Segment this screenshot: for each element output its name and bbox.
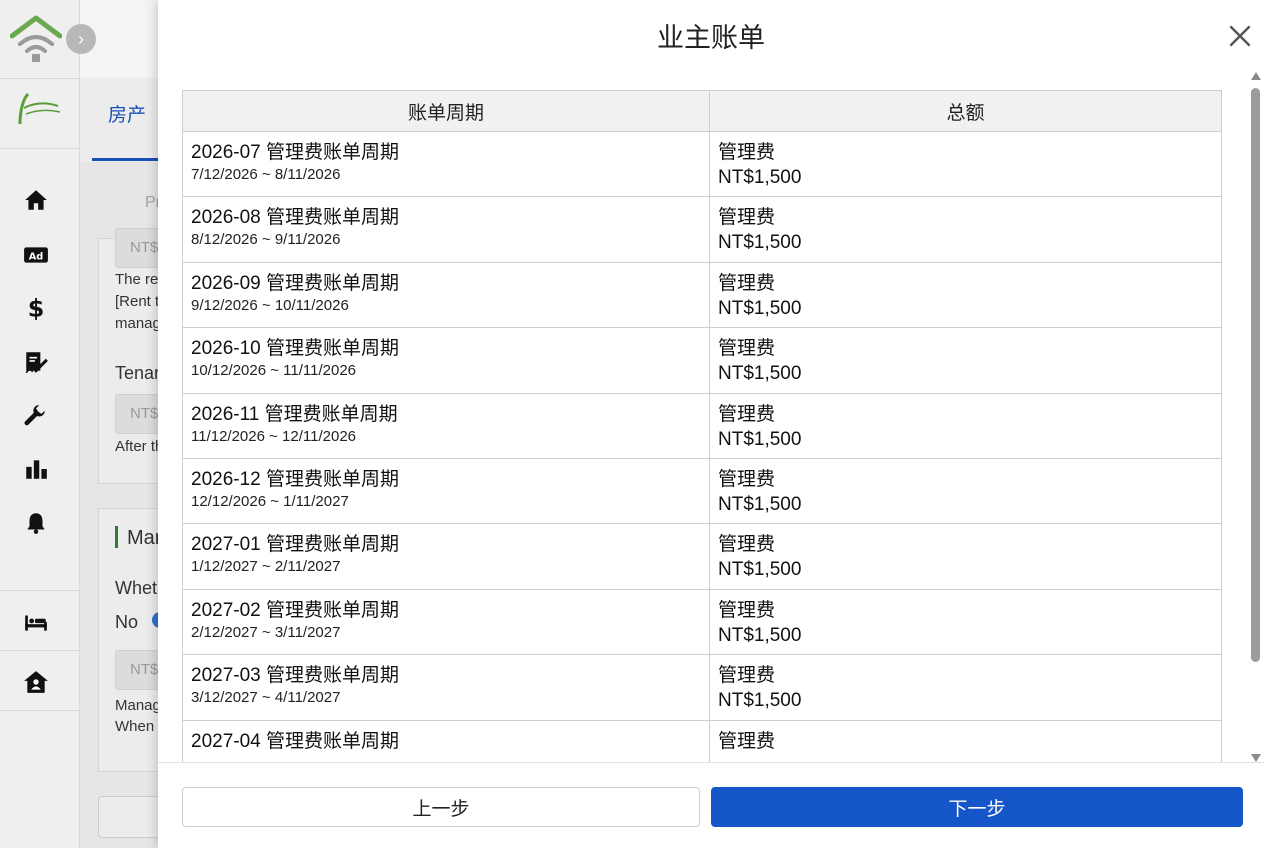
svg-text:Ad: Ad: [29, 251, 44, 262]
svg-text:$: $: [28, 295, 45, 321]
table-row: 2027-01 管理费账单周期 1/12/2027 ~ 2/11/2027 管理费…: [182, 523, 1222, 590]
table-row: 2027-02 管理费账单周期 2/12/2027 ~ 3/11/2027 管理费…: [182, 588, 1222, 656]
table-header-row: 账单周期 总额: [182, 90, 1222, 132]
bell-icon[interactable]: [20, 507, 52, 539]
close-icon[interactable]: [1226, 22, 1254, 50]
fee-name: 管理费: [718, 665, 776, 687]
sidebar-divider: [0, 590, 80, 591]
fee-amount: NT$1,500: [718, 167, 802, 188]
background-text: After th: [115, 438, 164, 455]
fee-amount: NT$1,500: [718, 559, 802, 581]
table-row: 2026-08 管理费账单周期 8/12/2026 ~ 9/11/2026 管理费…: [182, 196, 1222, 263]
fee-name: 管理费: [718, 403, 776, 425]
fee-name: 管理费: [718, 730, 776, 752]
dollar-icon[interactable]: $: [20, 292, 52, 324]
fee-amount: NT$1,500: [718, 232, 802, 254]
scrollbar-thumb[interactable]: [1251, 88, 1260, 662]
period-range: 7/12/2026 ~ 8/11/2026: [191, 166, 341, 183]
scroll-down-arrow-icon[interactable]: [1251, 754, 1261, 762]
scroll-up-arrow-icon[interactable]: [1251, 72, 1261, 80]
sidebar-divider: [0, 78, 80, 79]
fee-name: 管理费: [718, 338, 776, 360]
column-header-period: 账单周期: [182, 90, 710, 132]
table-row: 2026-12 管理费账单周期 12/12/2026 ~ 1/11/2027 管理…: [182, 457, 1222, 525]
sidebar: › Ad $: [0, 0, 96, 848]
background-text: When: [115, 718, 155, 735]
period-title: 2026-11 管理费账单周期: [191, 403, 398, 425]
fee-name: 管理费: [718, 534, 776, 556]
period-title: 2026-10 管理费账单周期: [191, 338, 400, 360]
period-title: 2026-12 管理费账单周期: [191, 468, 400, 490]
table-row: 2026-07 管理费账单周期 7/12/2026 ~ 8/11/2026 管理费…: [182, 130, 1222, 198]
table-row: 2026-10 管理费账单周期 10/12/2026 ~ 11/11/2026 管…: [182, 327, 1222, 394]
owner-bill-modal: 业主账单 账单周期 总额 2026-07 管理费账单周期 7/12/2026 ~ …: [158, 0, 1264, 848]
section-accent-bar: [115, 526, 118, 548]
background-text: [Rent t: [115, 293, 160, 310]
fee-amount: NT$1,500: [718, 363, 802, 385]
period-title: 2027-01 管理费账单周期: [191, 534, 400, 556]
period-range: 3/12/2027 ~ 4/11/2027: [191, 689, 341, 707]
table-row: 2026-11 管理费账单周期 11/12/2026 ~ 12/11/2026 管…: [182, 392, 1222, 459]
period-title: 2027-03 管理费账单周期: [191, 665, 400, 687]
fee-name: 管理费: [718, 468, 776, 490]
period-range: 1/12/2027 ~ 2/11/2027: [191, 558, 341, 576]
ad-icon[interactable]: Ad: [20, 239, 52, 271]
column-header-total: 总额: [709, 90, 1222, 132]
fee-amount: NT$1,500: [718, 428, 802, 450]
fee-name: 管理费: [718, 599, 776, 621]
period-range: 12/12/2026 ~ 1/11/2027: [191, 492, 349, 510]
sidebar-divider: [0, 650, 80, 651]
bed-icon[interactable]: [20, 606, 52, 638]
fee-name: 管理费: [718, 272, 776, 294]
period-range: 11/12/2026 ~ 12/11/2026: [191, 427, 357, 445]
home-icon[interactable]: [20, 184, 52, 216]
background-text: Manag: [115, 697, 161, 714]
fee-amount: NT$1,500: [718, 624, 802, 646]
sidebar-expand-button[interactable]: ›: [66, 24, 96, 54]
modal-title: 业主账单: [657, 23, 765, 54]
period-title: 2027-02 管理费账单周期: [191, 599, 400, 621]
previous-step-button[interactable]: 上一步: [182, 787, 700, 827]
period-range: 10/12/2026 ~ 11/11/2026: [191, 362, 357, 380]
period-range: 2/12/2027 ~ 3/11/2027: [191, 623, 341, 641]
table-row: 2027-04 管理费账单周期 管理费: [182, 719, 1222, 762]
fee-name: 管理费: [718, 142, 776, 163]
fee-amount: NT$1,500: [718, 297, 802, 319]
tab-property[interactable]: 房产: [108, 100, 146, 127]
bar-chart-icon[interactable]: [20, 453, 52, 485]
period-title: 2026-08 管理费账单周期: [191, 207, 400, 229]
table-scrollbar[interactable]: [1250, 72, 1262, 762]
table-row: 2026-09 管理费账单周期 9/12/2026 ~ 10/11/2026 管理…: [182, 261, 1222, 329]
sidebar-divider: [0, 148, 80, 149]
period-title: 2026-07 管理费账单周期: [191, 142, 400, 163]
modal-footer: 上一步 下一步: [158, 762, 1264, 848]
bill-table-container[interactable]: 账单周期 总额 2026-07 管理费账单周期 7/12/2026 ~ 8/11/…: [182, 90, 1224, 762]
period-range: 8/12/2026 ~ 9/11/2026: [191, 231, 341, 249]
wrench-icon[interactable]: [20, 400, 52, 432]
brand-logo-icon: [14, 88, 64, 128]
next-step-button[interactable]: 下一步: [711, 787, 1243, 827]
period-title: 2026-09 管理费账单周期: [191, 272, 400, 294]
table-row: 2027-03 管理费账单周期 3/12/2027 ~ 4/11/2027 管理费…: [182, 654, 1222, 721]
background-label: Tenan: [115, 363, 165, 383]
home-wifi-logo-icon: [9, 14, 63, 64]
home-person-icon[interactable]: [20, 666, 52, 698]
background-section-title: Mar: [127, 527, 162, 549]
fee-name: 管理费: [718, 207, 776, 229]
bill-table: 账单周期 总额 2026-07 管理费账单周期 7/12/2026 ~ 8/11/…: [182, 90, 1222, 762]
background-text: The ret: [115, 271, 163, 288]
period-title: 2027-04 管理费账单周期: [191, 730, 400, 752]
fee-amount: NT$1,500: [718, 493, 802, 515]
contract-sign-icon[interactable]: [20, 346, 52, 378]
fee-amount: NT$1,500: [718, 690, 802, 712]
background-text: manag: [115, 315, 161, 332]
active-tab-indicator: [92, 158, 162, 161]
period-range: 9/12/2026 ~ 10/11/2026: [191, 296, 349, 314]
background-radio-label[interactable]: No: [115, 612, 138, 633]
sidebar-divider: [0, 710, 80, 711]
